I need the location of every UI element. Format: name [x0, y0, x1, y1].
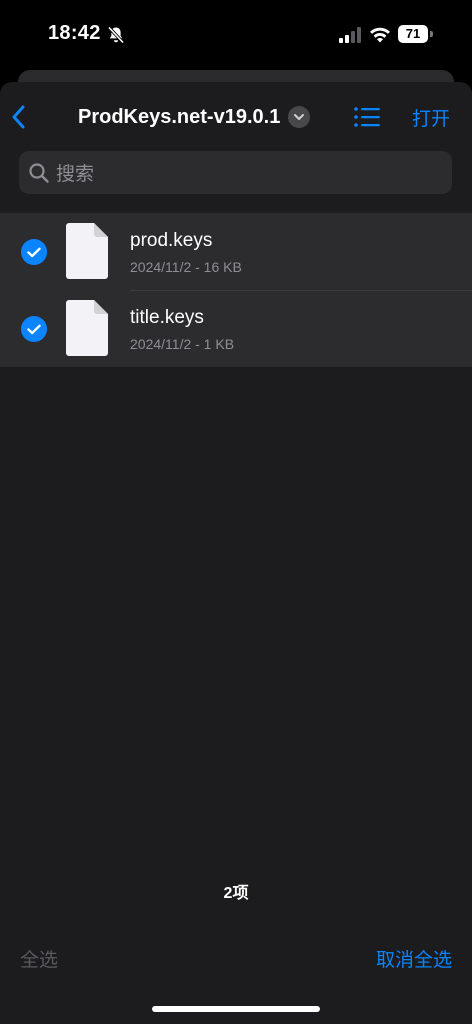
- status-bar: 18:42 71: [0, 0, 472, 70]
- checkmark-circle-icon[interactable]: [21, 239, 47, 265]
- list-view-icon[interactable]: [353, 106, 381, 128]
- file-browser-sheet: ProdKeys.net-v19.0.1 打开 搜索 prod.keys 202…: [0, 82, 472, 1024]
- document-icon: [66, 300, 108, 356]
- file-list: prod.keys 2024/11/2 - 16 KB title.keys 2…: [0, 213, 472, 367]
- status-time: 18:42: [48, 22, 101, 44]
- search-input[interactable]: 搜索: [19, 151, 452, 194]
- file-row-title-keys[interactable]: title.keys 2024/11/2 - 1 KB: [0, 290, 472, 367]
- select-all-button[interactable]: 全选: [20, 945, 58, 972]
- file-row-prod-keys[interactable]: prod.keys 2024/11/2 - 16 KB: [0, 213, 472, 290]
- folder-title: ProdKeys.net-v19.0.1: [78, 105, 281, 128]
- battery-tip: [430, 31, 433, 37]
- search-icon: [29, 162, 49, 183]
- file-meta: 2024/11/2 - 16 KB: [130, 259, 242, 275]
- bell-slash-icon: [107, 26, 125, 44]
- file-name: title.keys: [130, 307, 204, 328]
- chevron-left-icon[interactable]: [8, 102, 30, 132]
- battery-level: 71: [398, 25, 428, 43]
- file-picker-screen: 18:42 71 ProdKeys.net-v19.0.1 打开 搜索 prod…: [0, 0, 472, 1024]
- battery-icon: 71: [398, 25, 434, 43]
- home-indicator[interactable]: [152, 1006, 320, 1012]
- open-button[interactable]: 打开: [412, 104, 450, 131]
- deselect-all-button[interactable]: 取消全选: [376, 945, 452, 972]
- document-icon: [66, 223, 108, 279]
- cellular-signal-icon: [339, 27, 361, 43]
- item-count: 2项: [223, 885, 249, 902]
- file-meta: 2024/11/2 - 1 KB: [130, 336, 235, 352]
- wifi-icon: [370, 27, 390, 43]
- chevron-down-icon: [288, 106, 311, 128]
- folder-title-menu[interactable]: ProdKeys.net-v19.0.1: [78, 104, 311, 130]
- row-divider: [130, 290, 472, 291]
- search-placeholder: 搜索: [56, 164, 95, 185]
- checkmark-circle-icon[interactable]: [21, 316, 47, 342]
- file-name: prod.keys: [130, 230, 213, 251]
